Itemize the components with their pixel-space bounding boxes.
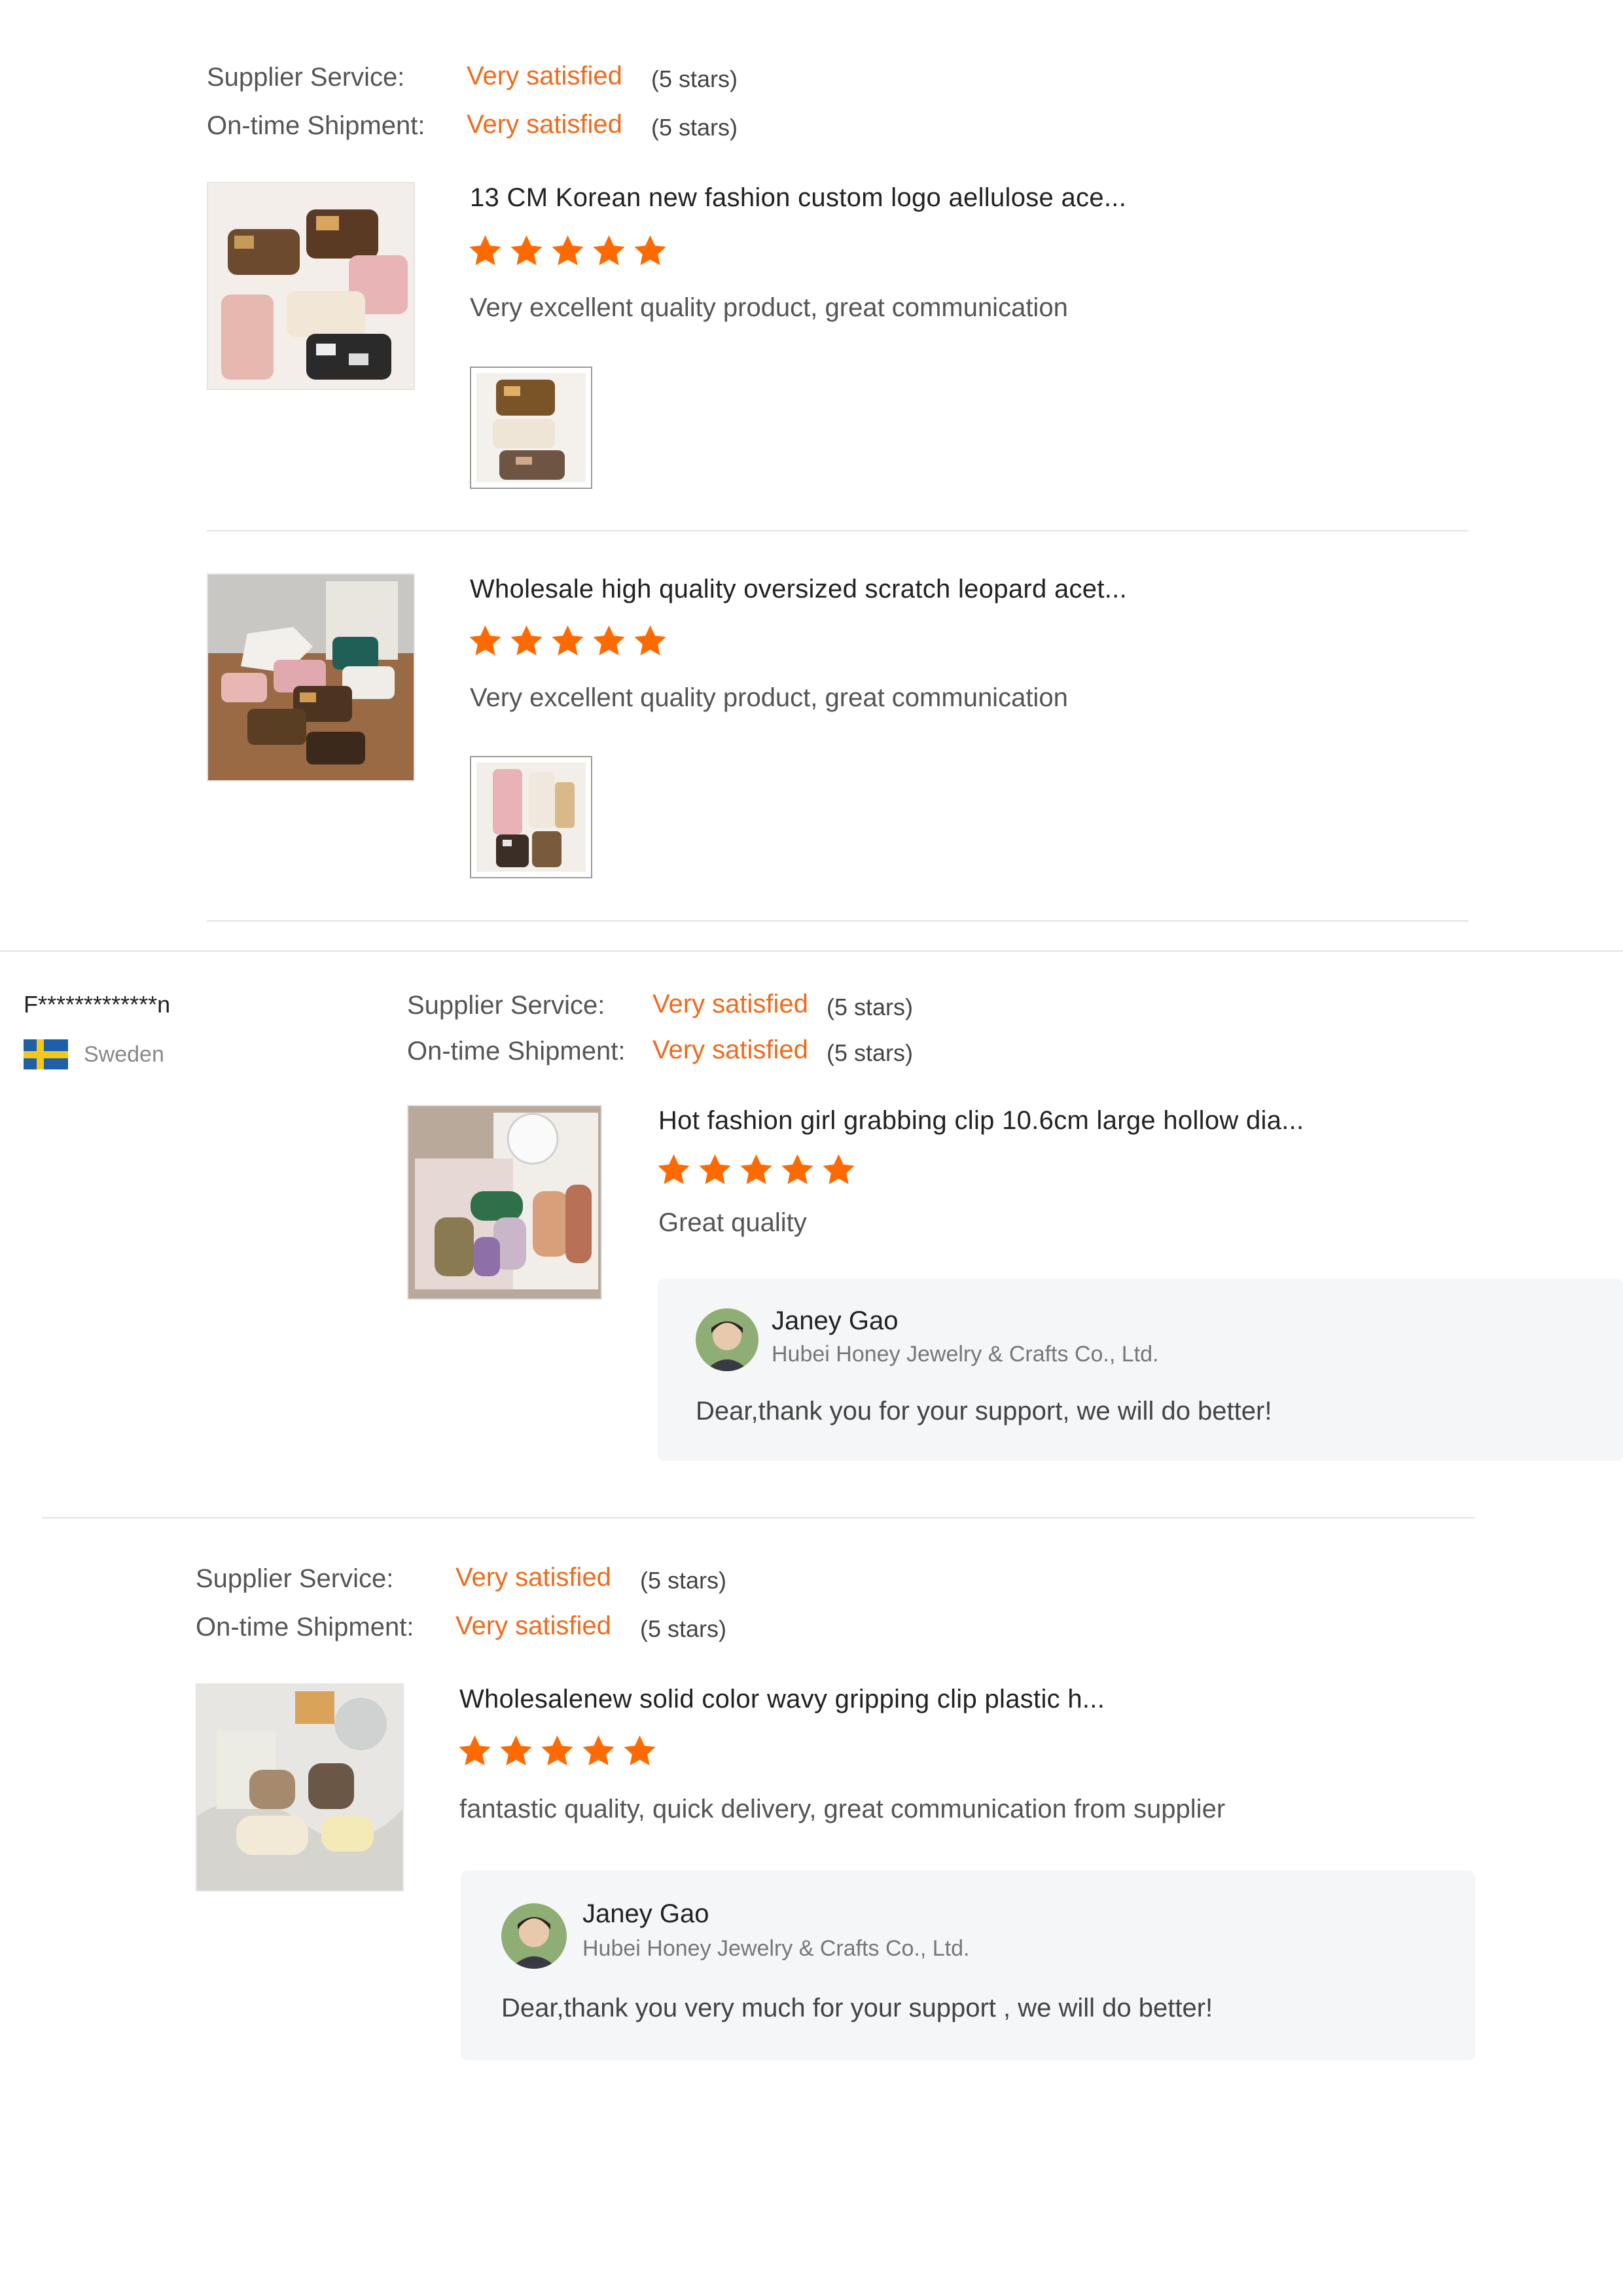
- supplier-reply-text: Dear,thank you very much for your suppor…: [501, 1994, 1213, 2022]
- ontime-shipment-label: On-time Shipment:: [207, 111, 425, 140]
- supplier-service-rating-text: Very satisfied: [455, 1563, 611, 1592]
- product-title-link[interactable]: Hot fashion girl grabbing clip 10.6cm la…: [658, 1106, 1304, 1136]
- supplier-service-stars-count: (5 stars): [827, 994, 914, 1020]
- review-comment: Great quality: [658, 1208, 807, 1237]
- supplier-company-name: Hubei Honey Jewelry & Crafts Co., Ltd.: [582, 1936, 970, 1961]
- buyer-country: Sweden: [84, 1042, 164, 1067]
- product-thumbnail[interactable]: [207, 182, 415, 390]
- supplier-service-label: Supplier Service:: [407, 991, 605, 1020]
- review-divider: [42, 1517, 1475, 1518]
- ontime-shipment-stars-count: (5 stars): [827, 1039, 914, 1066]
- supplier-service-rating-text: Very satisfied: [652, 990, 808, 1018]
- product-thumbnail[interactable]: [207, 573, 415, 781]
- review-divider: [207, 530, 1469, 531]
- review-attachment-image[interactable]: [470, 756, 592, 878]
- supplier-reply-name: Janey Gao: [772, 1306, 899, 1335]
- star-icon: [459, 1735, 491, 1766]
- supplier-service-label: Supplier Service:: [207, 63, 405, 92]
- star-icon: [469, 235, 501, 266]
- ontime-shipment-rating-text: Very satisfied: [652, 1035, 808, 1064]
- buyer-review-divider: [0, 950, 1623, 952]
- product-thumbnail[interactable]: [196, 1683, 404, 1892]
- star-icon: [699, 1154, 731, 1185]
- star-icon: [593, 235, 625, 266]
- sweden-flag-icon: [24, 1039, 68, 1069]
- star-icon: [541, 1735, 573, 1766]
- supplier-service-label: Supplier Service:: [196, 1564, 394, 1593]
- ontime-shipment-stars-count: (5 stars): [651, 114, 738, 141]
- product-title-link[interactable]: Wholesalenew solid color wavy gripping c…: [459, 1685, 1105, 1714]
- review-comment: Very excellent quality product, great co…: [470, 683, 1068, 712]
- star-icon: [624, 1735, 656, 1766]
- ontime-shipment-label: On-time Shipment:: [407, 1037, 626, 1066]
- supplier-service-stars-count: (5 stars): [640, 1567, 727, 1594]
- product-star-rating: [467, 623, 668, 659]
- product-star-rating: [467, 233, 668, 269]
- review-divider: [207, 920, 1469, 922]
- supplier-reply-box: Janey Gao Hubei Honey Jewelry & Crafts C…: [461, 1871, 1475, 2060]
- ontime-shipment-rating-text: Very satisfied: [467, 110, 622, 139]
- supplier-company-name: Hubei Honey Jewelry & Crafts Co., Ltd.: [772, 1342, 1159, 1367]
- supplier-avatar: [696, 1308, 758, 1371]
- ontime-shipment-rating-text: Very satisfied: [455, 1611, 611, 1640]
- star-icon: [552, 625, 584, 656]
- star-icon: [582, 1735, 615, 1766]
- star-icon: [823, 1154, 855, 1185]
- star-icon: [500, 1735, 532, 1766]
- supplier-reply-text: Dear,thank you for your support, we will…: [696, 1397, 1272, 1426]
- product-thumbnail[interactable]: [407, 1105, 602, 1300]
- buyer-name: F*************n: [24, 991, 171, 1018]
- star-icon: [469, 625, 501, 656]
- supplier-service-rating-text: Very satisfied: [467, 62, 622, 90]
- product-title-link[interactable]: Wholesale high quality oversized scratch…: [470, 575, 1127, 604]
- supplier-reply-name: Janey Gao: [582, 1899, 709, 1928]
- star-icon: [510, 235, 543, 266]
- ontime-shipment-label: On-time Shipment:: [196, 1613, 414, 1641]
- star-icon: [634, 625, 666, 656]
- star-icon: [510, 625, 543, 656]
- star-icon: [552, 235, 584, 266]
- review-comment: Very excellent quality product, great co…: [470, 293, 1068, 322]
- supplier-avatar: [501, 1903, 567, 1969]
- ontime-shipment-stars-count: (5 stars): [640, 1615, 727, 1642]
- star-icon: [634, 235, 666, 266]
- product-star-rating: [457, 1733, 658, 1769]
- star-icon: [658, 1154, 690, 1185]
- product-title-link[interactable]: 13 CM Korean new fashion custom logo ael…: [470, 183, 1126, 213]
- review-comment: fantastic quality, quick delivery, great…: [459, 1795, 1226, 1823]
- review-attachment-image[interactable]: [470, 367, 592, 489]
- product-star-rating: [656, 1152, 857, 1188]
- star-icon: [781, 1154, 813, 1185]
- supplier-service-stars-count: (5 stars): [651, 65, 738, 92]
- supplier-reply-box: Janey Gao Hubei Honey Jewelry & Crafts C…: [658, 1279, 1623, 1461]
- star-icon: [740, 1154, 772, 1185]
- star-icon: [593, 625, 625, 656]
